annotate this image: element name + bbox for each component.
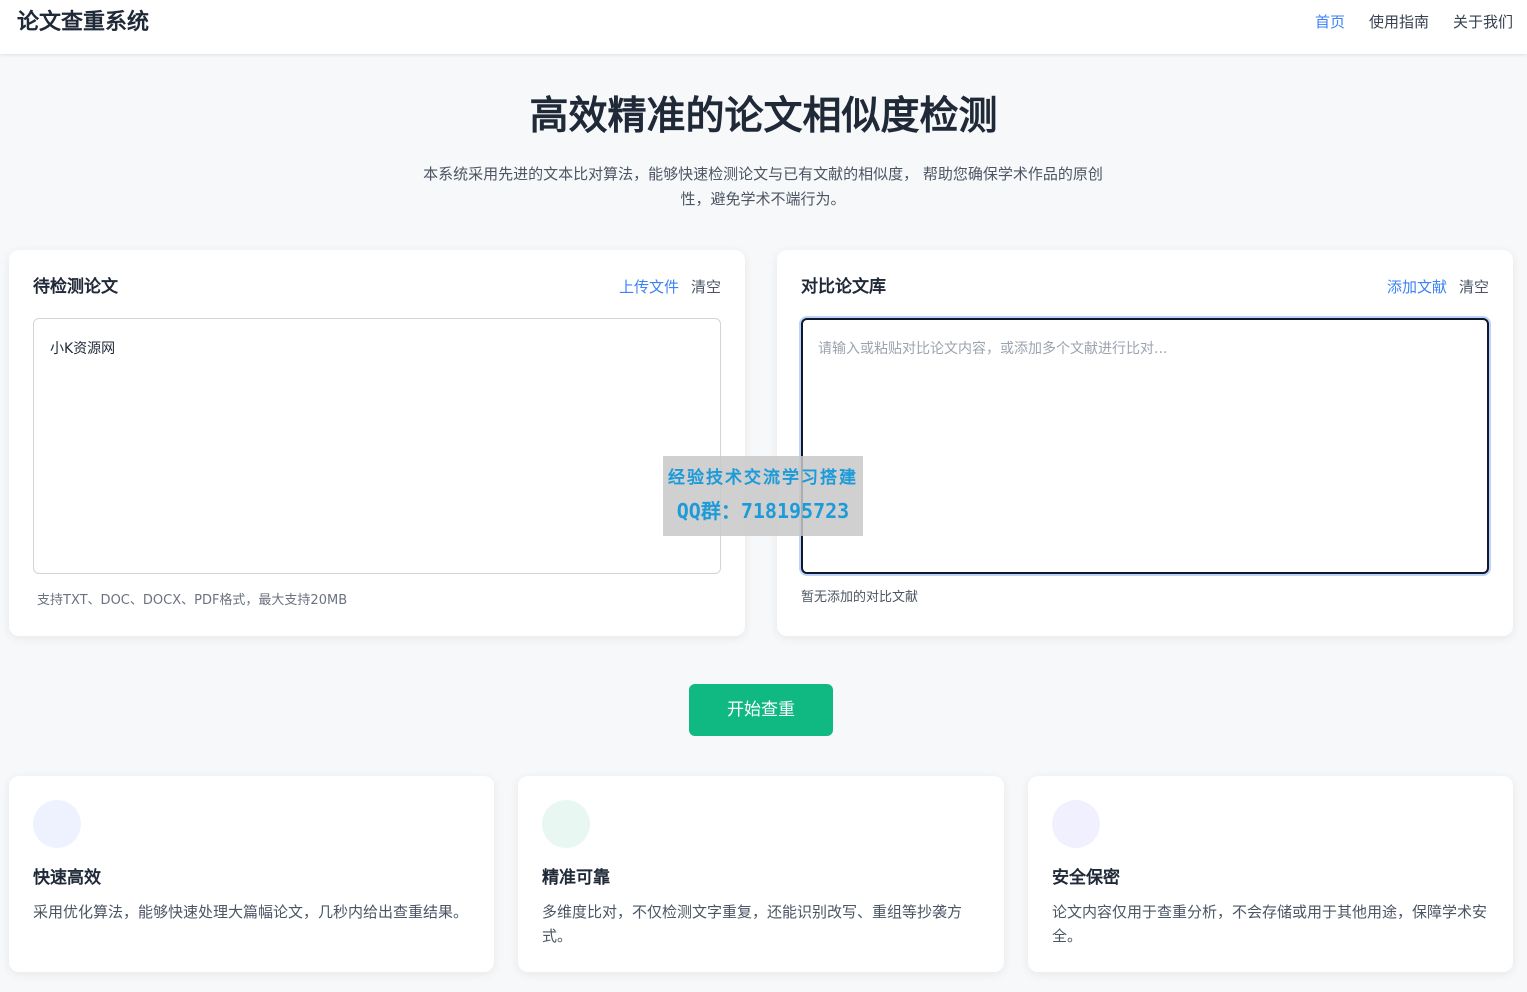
- feature-secure-icon: [1052, 800, 1100, 848]
- compare-library-actions: 添加文献 清空: [1387, 277, 1489, 297]
- nav-home-link[interactable]: 首页: [1315, 12, 1345, 32]
- feature-accurate-icon: [542, 800, 590, 848]
- hero-title: 高效精准的论文相似度检测: [529, 94, 998, 139]
- target-paper-card: 待检测论文 上传文件 清空 小K资源网 支持TXT、DOC、DOCX、PDF格式…: [9, 250, 745, 636]
- watermark-line2: QQ群：718195723: [676, 499, 850, 523]
- main-nav: 首页 使用指南 关于我们: [1315, 12, 1513, 32]
- feature-description: 论文内容仅用于查重分析，不会存储或用于其他用途，保障学术安全。: [1052, 903, 1488, 945]
- nav-guide-link[interactable]: 使用指南: [1369, 12, 1429, 32]
- no-reference-hint: 暂无添加的对比文献: [801, 590, 919, 605]
- feature-card-secure: 安全保密 论文内容仅用于查重分析，不会存储或用于其他用途，保障学术安全。: [1028, 776, 1513, 972]
- watermark-overlay: 经验技术交流学习搭建 QQ群：718195723: [663, 456, 863, 536]
- upload-format-hint: 支持TXT、DOC、DOCX、PDF格式，最大支持20MB: [37, 593, 348, 608]
- compare-library-title: 对比论文库: [801, 277, 886, 297]
- feature-card-fast: 快速高效 采用优化算法，能够快速处理大篇幅论文，几秒内给出查重结果。: [9, 776, 494, 972]
- target-paper-input[interactable]: 小K资源网: [33, 318, 721, 574]
- hero-description: 本系统采用先进的文本比对算法，能够快速检测论文与已有文献的相似度， 帮助您确保学…: [423, 165, 1103, 208]
- feature-fast-icon: [33, 800, 81, 848]
- feature-title: 安全保密: [1052, 868, 1120, 888]
- compare-paper-input[interactable]: [801, 318, 1489, 574]
- upload-file-button[interactable]: 上传文件: [619, 277, 679, 297]
- top-navbar: 论文查重系统 首页 使用指南 关于我们: [0, 0, 1527, 54]
- target-paper-title: 待检测论文: [33, 277, 118, 297]
- compare-library-card: 对比论文库 添加文献 清空 暂无添加的对比文献: [777, 250, 1513, 636]
- clear-compare-button[interactable]: 清空: [1459, 277, 1489, 297]
- feature-title: 精准可靠: [542, 868, 610, 888]
- feature-description: 采用优化算法，能够快速处理大篇幅论文，几秒内给出查重结果。: [33, 903, 469, 921]
- target-paper-actions: 上传文件 清空: [619, 277, 721, 297]
- nav-about-link[interactable]: 关于我们: [1453, 12, 1513, 32]
- clear-target-button[interactable]: 清空: [691, 277, 721, 297]
- feature-card-accurate: 精准可靠 多维度比对，不仅检测文字重复，还能识别改写、重组等抄袭方式。: [518, 776, 1004, 972]
- feature-title: 快速高效: [33, 868, 101, 888]
- watermark-line1: 经验技术交流学习搭建: [668, 468, 858, 488]
- feature-description: 多维度比对，不仅检测文字重复，还能识别改写、重组等抄袭方式。: [542, 903, 963, 945]
- start-check-button[interactable]: 开始查重: [689, 684, 833, 736]
- site-logo[interactable]: 论文查重系统: [17, 9, 149, 37]
- add-reference-button[interactable]: 添加文献: [1387, 277, 1447, 297]
